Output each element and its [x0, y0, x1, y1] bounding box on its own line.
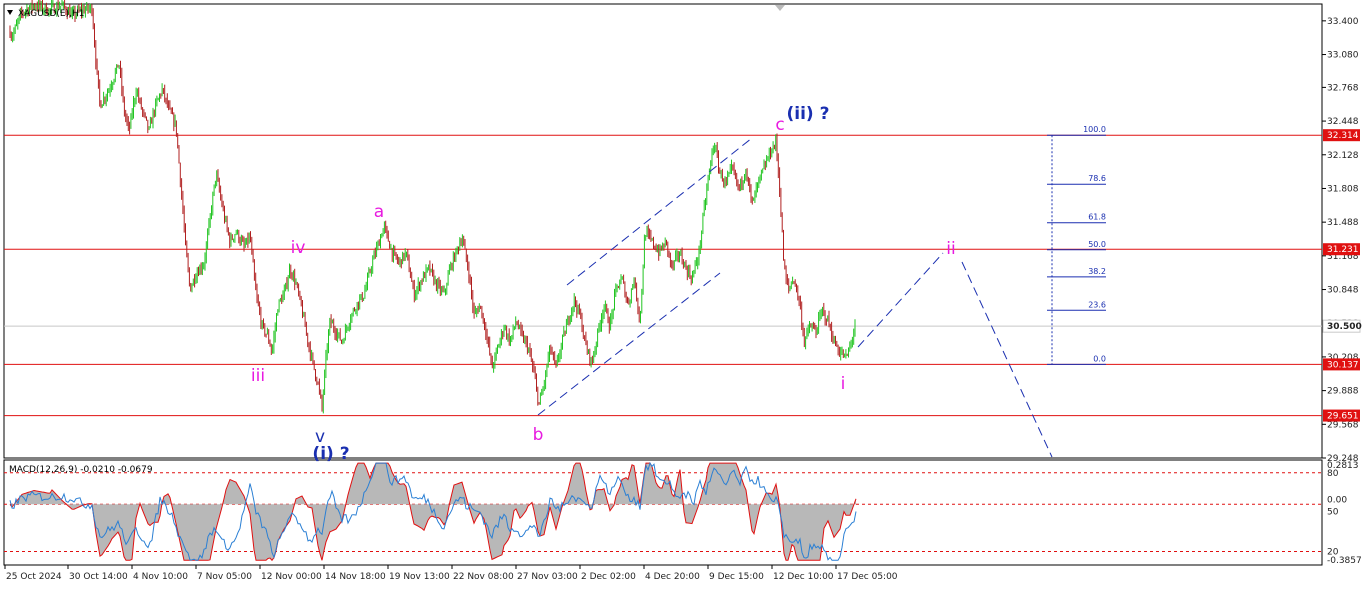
price-tick-label-0: 33.400: [1327, 17, 1359, 27]
price-chart[interactable]: 100.0 78.6 61.8 50.0 38.2 23.6 0.0 33.400 33.08…: [0, 0, 1366, 588]
macd-axis-label-1: 80: [1327, 469, 1339, 479]
price-tick-label-6: 31.488: [1327, 218, 1359, 228]
time-tick-label-11: 9 Dec 15:00: [709, 572, 764, 582]
level-flag-label-0: 32.314: [1327, 131, 1359, 141]
time-tick-label-9: 2 Dec 02:00: [581, 572, 636, 582]
macd-axis-label-2: 0.00: [1327, 495, 1347, 505]
wave-label-i-minor: (i) ?: [312, 444, 349, 464]
time-tick-label-13: 17 Dec 05:00: [837, 572, 898, 582]
wave-label-b: b: [533, 425, 544, 445]
time-tick-label-0: 25 Oct 2024: [6, 572, 62, 582]
time-tick-label-4: 12 Nov 00:00: [261, 572, 322, 582]
time-tick-label-8: 27 Nov 03:00: [517, 572, 578, 582]
time-tick-label-10: 4 Dec 20:00: [645, 572, 700, 582]
wave-label-iii: iii: [251, 366, 265, 386]
fib-level-label-5: 23.6: [1088, 300, 1106, 309]
fib-level-label-1: 78.6: [1088, 174, 1106, 183]
macd-indicator-label: MACD(12,26,9) -0.0210 -0.0679: [9, 465, 153, 475]
macd-axis-label-3: 50: [1327, 507, 1339, 517]
level-flag-label-1: 31.231: [1327, 245, 1359, 255]
time-tick-label-12: 12 Dec 10:00: [773, 572, 834, 582]
wave-label-ii-minor: (ii) ?: [787, 104, 830, 124]
price-tick-label-12: 29.568: [1327, 420, 1359, 430]
macd-axis-label-5: -0.3857: [1327, 556, 1362, 566]
time-tick-label-1: 30 Oct 14:00: [69, 572, 128, 582]
current-price-label: 30.500: [1327, 322, 1362, 332]
time-tick-label-2: 4 Nov 10:00: [133, 572, 188, 582]
price-tick-label-3: 32.448: [1327, 117, 1359, 127]
wave-label-i: i: [841, 374, 846, 394]
time-tick-label-5: 14 Nov 18:00: [325, 572, 386, 582]
fib-level-label-2: 61.8: [1088, 213, 1106, 222]
price-tick-label-11: 29.888: [1327, 387, 1359, 397]
price-tick-label-8: 30.848: [1327, 286, 1359, 296]
fib-level-label-4: 38.2: [1088, 267, 1106, 276]
time-tick-label-3: 7 Nov 05:00: [197, 572, 252, 582]
fib-level-label-0: 100.0: [1083, 125, 1106, 134]
wave-label-ii: ii: [946, 239, 955, 259]
price-tick-label-5: 31.808: [1327, 184, 1359, 194]
wave-label-a: a: [374, 202, 384, 222]
level-flag-label-2: 30.137: [1327, 360, 1359, 370]
price-tick-label-4: 32.128: [1327, 151, 1359, 161]
wave-label-iv: iv: [291, 238, 306, 258]
level-flag-label-3: 29.651: [1327, 412, 1359, 422]
time-tick-label-6: 19 Nov 13:00: [389, 572, 450, 582]
time-tick-label-7: 22 Nov 08:00: [453, 572, 514, 582]
wave-label-c: c: [775, 115, 784, 135]
price-tick-label-1: 33.080: [1327, 51, 1359, 61]
price-tick-label-2: 32.768: [1327, 83, 1359, 93]
fib-level-label-3: 50.0: [1088, 240, 1106, 249]
fib-level-label-6: 0.0: [1093, 354, 1106, 363]
chart-symbol-label: XAGUSD(E),H1: [18, 9, 84, 19]
main-panel-frame: [3, 3, 1323, 459]
